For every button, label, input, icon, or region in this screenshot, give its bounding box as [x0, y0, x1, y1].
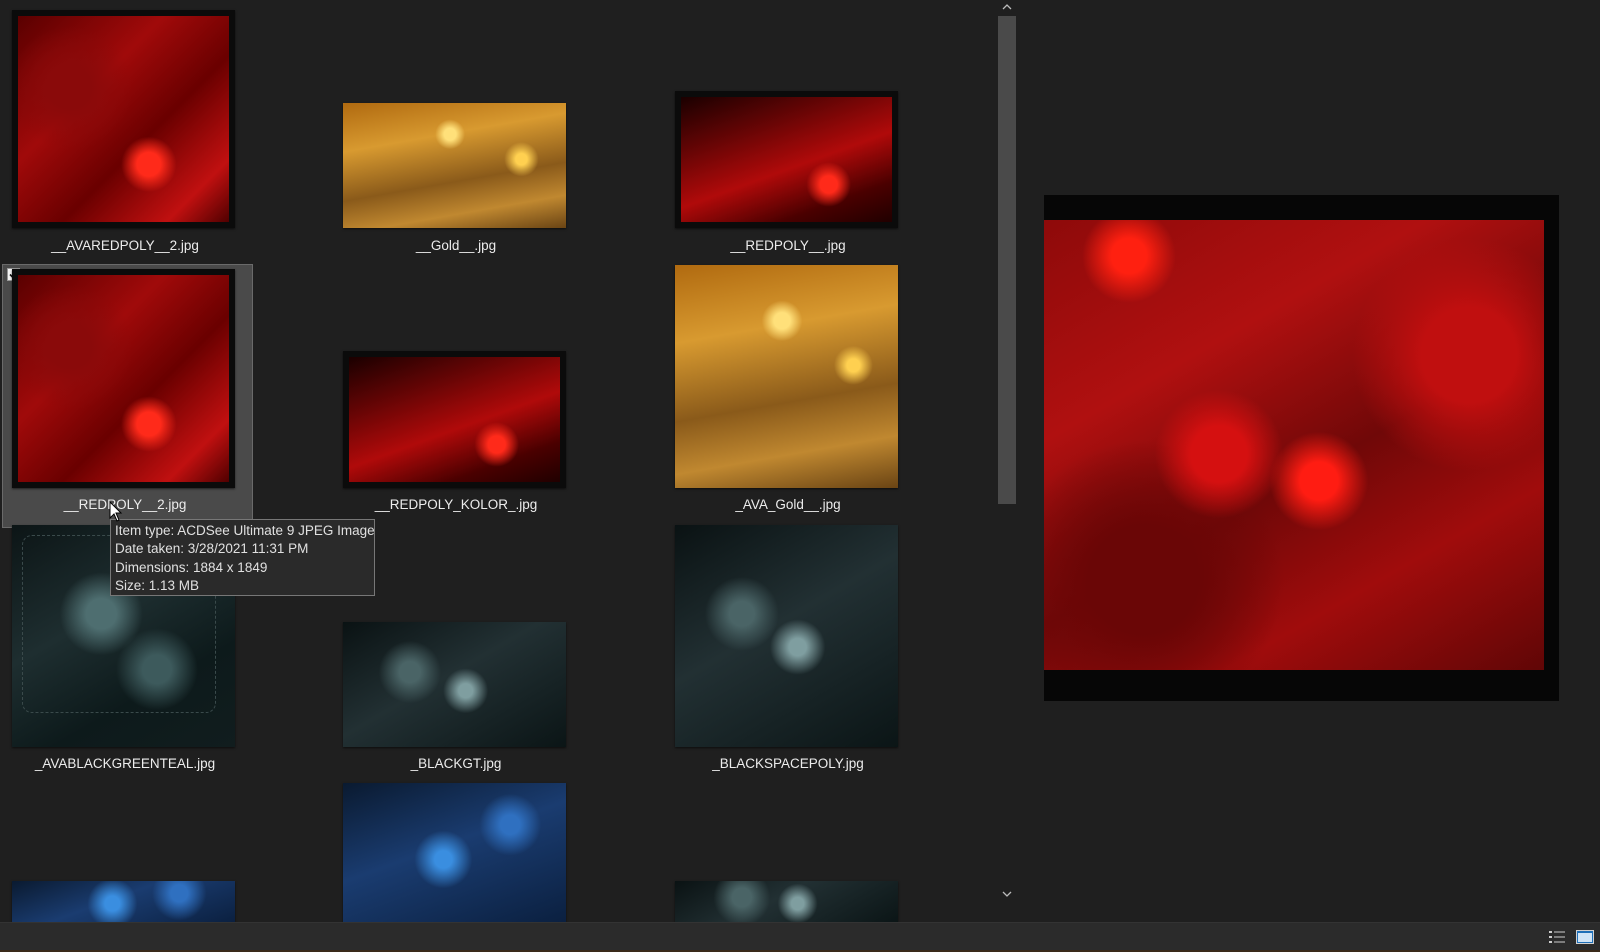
preview-view-button[interactable]: [1576, 929, 1594, 944]
status-bar: [0, 922, 1600, 952]
preview-pane-icon: [1576, 929, 1594, 944]
thumbnail-blackgt[interactable]: [343, 622, 566, 747]
scroll-up-button[interactable]: [997, 0, 1017, 14]
thumbnail-redpoly[interactable]: [675, 91, 898, 228]
thumbnail-label: __REDPOLY__2.jpg: [63, 497, 187, 512]
preview-image: [1044, 195, 1559, 701]
tooltip-size: Size: 1.13 MB: [115, 577, 200, 593]
thumbnail-ava-gold[interactable]: [675, 265, 898, 488]
thumbnail-partial[interactable]: [343, 783, 566, 922]
thumbnail-redpoly-kolor[interactable]: [343, 351, 566, 488]
vertical-scrollbar[interactable]: [997, 0, 1017, 905]
thumbnail-gold[interactable]: [343, 103, 566, 228]
preview-image-content: [1044, 220, 1544, 670]
thumbnail-partial[interactable]: [12, 881, 235, 922]
thumbnail-label: _AVABLACKGREENTEAL.jpg: [34, 756, 216, 771]
thumbnail-redpoly-2[interactable]: [12, 269, 235, 488]
thumbnail-label: _BLACKGT.jpg: [410, 756, 502, 771]
thumbnail-blackspacepoly[interactable]: [675, 525, 898, 747]
thumbnail-label: __Gold__.jpg: [415, 238, 497, 253]
tooltip-item-type: Item type: ACDSee Ultimate 9 JPEG Image: [115, 523, 375, 538]
thumbnail-partial[interactable]: [675, 881, 898, 922]
chevron-down-icon: [1002, 891, 1012, 897]
thumbnail-avaredpoly-2[interactable]: [12, 10, 235, 228]
thumbnail-label: _AVA_Gold__.jpg: [735, 497, 841, 512]
chevron-up-icon: [1002, 4, 1012, 10]
thumbnail-label: __REDPOLY_KOLOR_.jpg: [374, 497, 538, 512]
file-grid: __AVAREDPOLY__2.jpg __Gold__.jpg __REDPO…: [0, 0, 1017, 922]
details-view-icon: [1548, 930, 1565, 943]
details-view-button[interactable]: [1548, 930, 1566, 944]
thumbnail-label: __AVAREDPOLY__2.jpg: [51, 238, 199, 253]
tooltip-dimensions: Dimensions: 1884 x 1849: [115, 559, 268, 575]
scroll-thumb[interactable]: [998, 16, 1016, 504]
mouse-cursor-icon: [109, 501, 123, 522]
item-tooltip: Item type: ACDSee Ultimate 9 JPEG Image …: [110, 519, 375, 596]
tooltip-date-taken: Date taken: 3/28/2021 11:31 PM: [115, 541, 309, 557]
thumbnail-label: _BLACKSPACEPOLY.jpg: [712, 756, 864, 771]
view-buttons: [1542, 928, 1594, 946]
thumbnail-label: __REDPOLY__.jpg: [730, 238, 846, 253]
scroll-down-button[interactable]: [997, 886, 1017, 902]
